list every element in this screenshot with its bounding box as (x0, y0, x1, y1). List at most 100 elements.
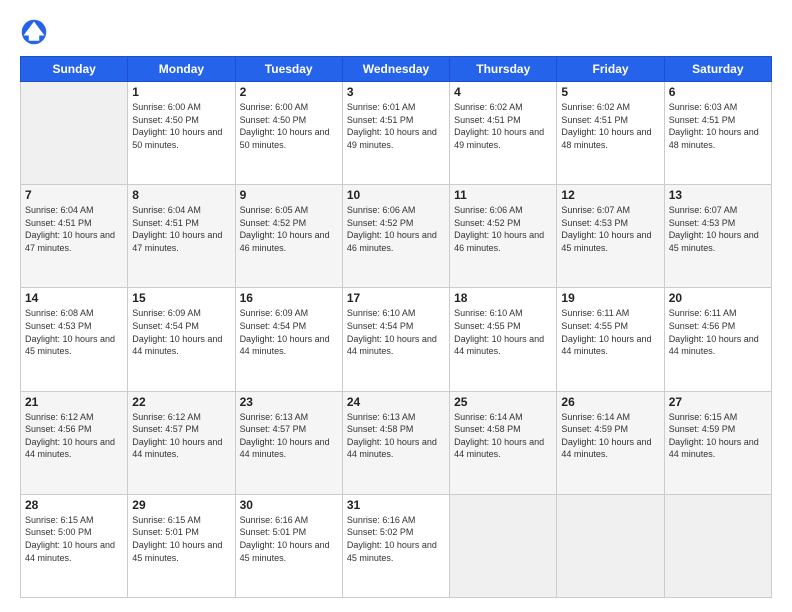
day-number: 29 (132, 498, 230, 512)
calendar-cell: 12Sunrise: 6:07 AMSunset: 4:53 PMDayligh… (557, 185, 664, 288)
day-number: 31 (347, 498, 445, 512)
calendar-cell: 1Sunrise: 6:00 AMSunset: 4:50 PMDaylight… (128, 82, 235, 185)
day-number: 13 (669, 188, 767, 202)
calendar-cell: 17 Sunrise: 6:10 AMSunset: 4:54 PMDayligh… (342, 288, 449, 391)
day-number: 25 (454, 395, 552, 409)
calendar-cell: 27Sunrise: 6:15 AMSunset: 4:59 PMDayligh… (664, 391, 771, 494)
day-number: 27 (669, 395, 767, 409)
calendar-cell: 14Sunrise: 6:08 AMSunset: 4:53 PMDayligh… (21, 288, 128, 391)
day-number: 17 (347, 291, 445, 305)
day-info: Sunrise: 6:11 AMSunset: 4:56 PMDaylight:… (669, 307, 767, 357)
day-number: 22 (132, 395, 230, 409)
day-info: Sunrise: 6:14 AMSunset: 4:59 PMDaylight:… (561, 411, 659, 461)
calendar-cell: 31 Sunrise: 6:16 AMSunset: 5:02 PMDayligh… (342, 494, 449, 597)
calendar-cell: 21 Sunrise: 6:12 AMSunset: 4:56 PMDayligh… (21, 391, 128, 494)
day-info: Sunrise: 6:02 AMSunset: 4:51 PMDaylight:… (561, 101, 659, 151)
calendar-cell (664, 494, 771, 597)
calendar-cell: 7 Sunrise: 6:04 AMSunset: 4:51 PMDaylight… (21, 185, 128, 288)
weekday-header-wednesday: Wednesday (342, 57, 449, 82)
day-number: 8 (132, 188, 230, 202)
day-info: Sunrise: 6:16 AMSunset: 5:02 PMDaylight:… (347, 514, 445, 564)
calendar-cell: 5 Sunrise: 6:02 AMSunset: 4:51 PMDaylight… (557, 82, 664, 185)
day-number: 2 (240, 85, 338, 99)
day-info: Sunrise: 6:09 AMSunset: 4:54 PMDaylight:… (132, 307, 230, 357)
day-info: Sunrise: 6:15 AMSunset: 5:01 PMDaylight:… (132, 514, 230, 564)
day-info: Sunrise: 6:13 AMSunset: 4:57 PMDaylight:… (240, 411, 338, 461)
day-info: Sunrise: 6:16 AMSunset: 5:01 PMDaylight:… (240, 514, 338, 564)
day-info: Sunrise: 6:00 AMSunset: 4:50 PMDaylight:… (240, 101, 338, 151)
calendar-cell (21, 82, 128, 185)
day-info: Sunrise: 6:06 AMSunset: 4:52 PMDaylight:… (347, 204, 445, 254)
day-number: 11 (454, 188, 552, 202)
day-number: 28 (25, 498, 123, 512)
week-row-4: 21 Sunrise: 6:12 AMSunset: 4:56 PMDayligh… (21, 391, 772, 494)
calendar-cell: 10 Sunrise: 6:06 AMSunset: 4:52 PMDayligh… (342, 185, 449, 288)
day-info: Sunrise: 6:12 AMSunset: 4:57 PMDaylight:… (132, 411, 230, 461)
day-info: Sunrise: 6:07 AMSunset: 4:53 PMDaylight:… (669, 204, 767, 254)
weekday-header-monday: Monday (128, 57, 235, 82)
day-info: Sunrise: 6:04 AMSunset: 4:51 PMDaylight:… (25, 204, 123, 254)
day-number: 16 (240, 291, 338, 305)
day-number: 7 (25, 188, 123, 202)
calendar-cell: 29 Sunrise: 6:15 AMSunset: 5:01 PMDayligh… (128, 494, 235, 597)
weekday-header-saturday: Saturday (664, 57, 771, 82)
day-number: 15 (132, 291, 230, 305)
calendar-cell: 25 Sunrise: 6:14 AMSunset: 4:58 PMDayligh… (450, 391, 557, 494)
weekday-header-friday: Friday (557, 57, 664, 82)
calendar-cell: 19 Sunrise: 6:11 AMSunset: 4:55 PMDayligh… (557, 288, 664, 391)
day-number: 4 (454, 85, 552, 99)
day-info: Sunrise: 6:10 AMSunset: 4:54 PMDaylight:… (347, 307, 445, 357)
day-info: Sunrise: 6:05 AMSunset: 4:52 PMDaylight:… (240, 204, 338, 254)
day-number: 21 (25, 395, 123, 409)
calendar-cell: 4 Sunrise: 6:02 AMSunset: 4:51 PMDaylight… (450, 82, 557, 185)
day-number: 14 (25, 291, 123, 305)
calendar-cell: 28 Sunrise: 6:15 AMSunset: 5:00 PMDayligh… (21, 494, 128, 597)
day-info: Sunrise: 6:02 AMSunset: 4:51 PMDaylight:… (454, 101, 552, 151)
day-info: Sunrise: 6:01 AMSunset: 4:51 PMDaylight:… (347, 101, 445, 151)
day-info: Sunrise: 6:12 AMSunset: 4:56 PMDaylight:… (25, 411, 123, 461)
calendar-cell: 22 Sunrise: 6:12 AMSunset: 4:57 PMDayligh… (128, 391, 235, 494)
calendar-cell: 15 Sunrise: 6:09 AMSunset: 4:54 PMDayligh… (128, 288, 235, 391)
day-number: 9 (240, 188, 338, 202)
calendar-cell: 16 Sunrise: 6:09 AMSunset: 4:54 PMDayligh… (235, 288, 342, 391)
day-info: Sunrise: 6:09 AMSunset: 4:54 PMDaylight:… (240, 307, 338, 357)
week-row-5: 28 Sunrise: 6:15 AMSunset: 5:00 PMDayligh… (21, 494, 772, 597)
calendar-cell: 3 Sunrise: 6:01 AMSunset: 4:51 PMDaylight… (342, 82, 449, 185)
day-info: Sunrise: 6:15 AMSunset: 5:00 PMDaylight:… (25, 514, 123, 564)
calendar-cell: 30 Sunrise: 6:16 AMSunset: 5:01 PMDayligh… (235, 494, 342, 597)
day-number: 26 (561, 395, 659, 409)
calendar-cell: 13 Sunrise: 6:07 AMSunset: 4:53 PMDayligh… (664, 185, 771, 288)
calendar-cell: 2 Sunrise: 6:00 AMSunset: 4:50 PMDaylight… (235, 82, 342, 185)
weekday-header-sunday: Sunday (21, 57, 128, 82)
calendar-cell: 26 Sunrise: 6:14 AMSunset: 4:59 PMDayligh… (557, 391, 664, 494)
day-info: Sunrise: 6:06 AMSunset: 4:52 PMDaylight:… (454, 204, 552, 254)
calendar-cell: 6 Sunrise: 6:03 AMSunset: 4:51 PMDaylight… (664, 82, 771, 185)
calendar-cell (557, 494, 664, 597)
calendar-cell: 8Sunrise: 6:04 AMSunset: 4:51 PMDaylight… (128, 185, 235, 288)
day-number: 3 (347, 85, 445, 99)
header (20, 18, 772, 46)
calendar-cell (450, 494, 557, 597)
weekday-header-row: SundayMondayTuesdayWednesdayThursdayFrid… (21, 57, 772, 82)
week-row-3: 14Sunrise: 6:08 AMSunset: 4:53 PMDayligh… (21, 288, 772, 391)
calendar-cell: 18Sunrise: 6:10 AMSunset: 4:55 PMDayligh… (450, 288, 557, 391)
day-info: Sunrise: 6:03 AMSunset: 4:51 PMDaylight:… (669, 101, 767, 151)
day-number: 6 (669, 85, 767, 99)
day-number: 10 (347, 188, 445, 202)
calendar-cell: 24Sunrise: 6:13 AMSunset: 4:58 PMDayligh… (342, 391, 449, 494)
day-info: Sunrise: 6:07 AMSunset: 4:53 PMDaylight:… (561, 204, 659, 254)
day-number: 30 (240, 498, 338, 512)
calendar-table: SundayMondayTuesdayWednesdayThursdayFrid… (20, 56, 772, 598)
day-number: 5 (561, 85, 659, 99)
calendar-cell: 11 Sunrise: 6:06 AMSunset: 4:52 PMDayligh… (450, 185, 557, 288)
logo (20, 18, 52, 46)
day-number: 18 (454, 291, 552, 305)
day-number: 19 (561, 291, 659, 305)
day-number: 20 (669, 291, 767, 305)
day-info: Sunrise: 6:11 AMSunset: 4:55 PMDaylight:… (561, 307, 659, 357)
calendar-cell: 23Sunrise: 6:13 AMSunset: 4:57 PMDayligh… (235, 391, 342, 494)
week-row-2: 7 Sunrise: 6:04 AMSunset: 4:51 PMDaylight… (21, 185, 772, 288)
day-info: Sunrise: 6:14 AMSunset: 4:58 PMDaylight:… (454, 411, 552, 461)
logo-icon (20, 18, 48, 46)
calendar-cell: 9 Sunrise: 6:05 AMSunset: 4:52 PMDaylight… (235, 185, 342, 288)
